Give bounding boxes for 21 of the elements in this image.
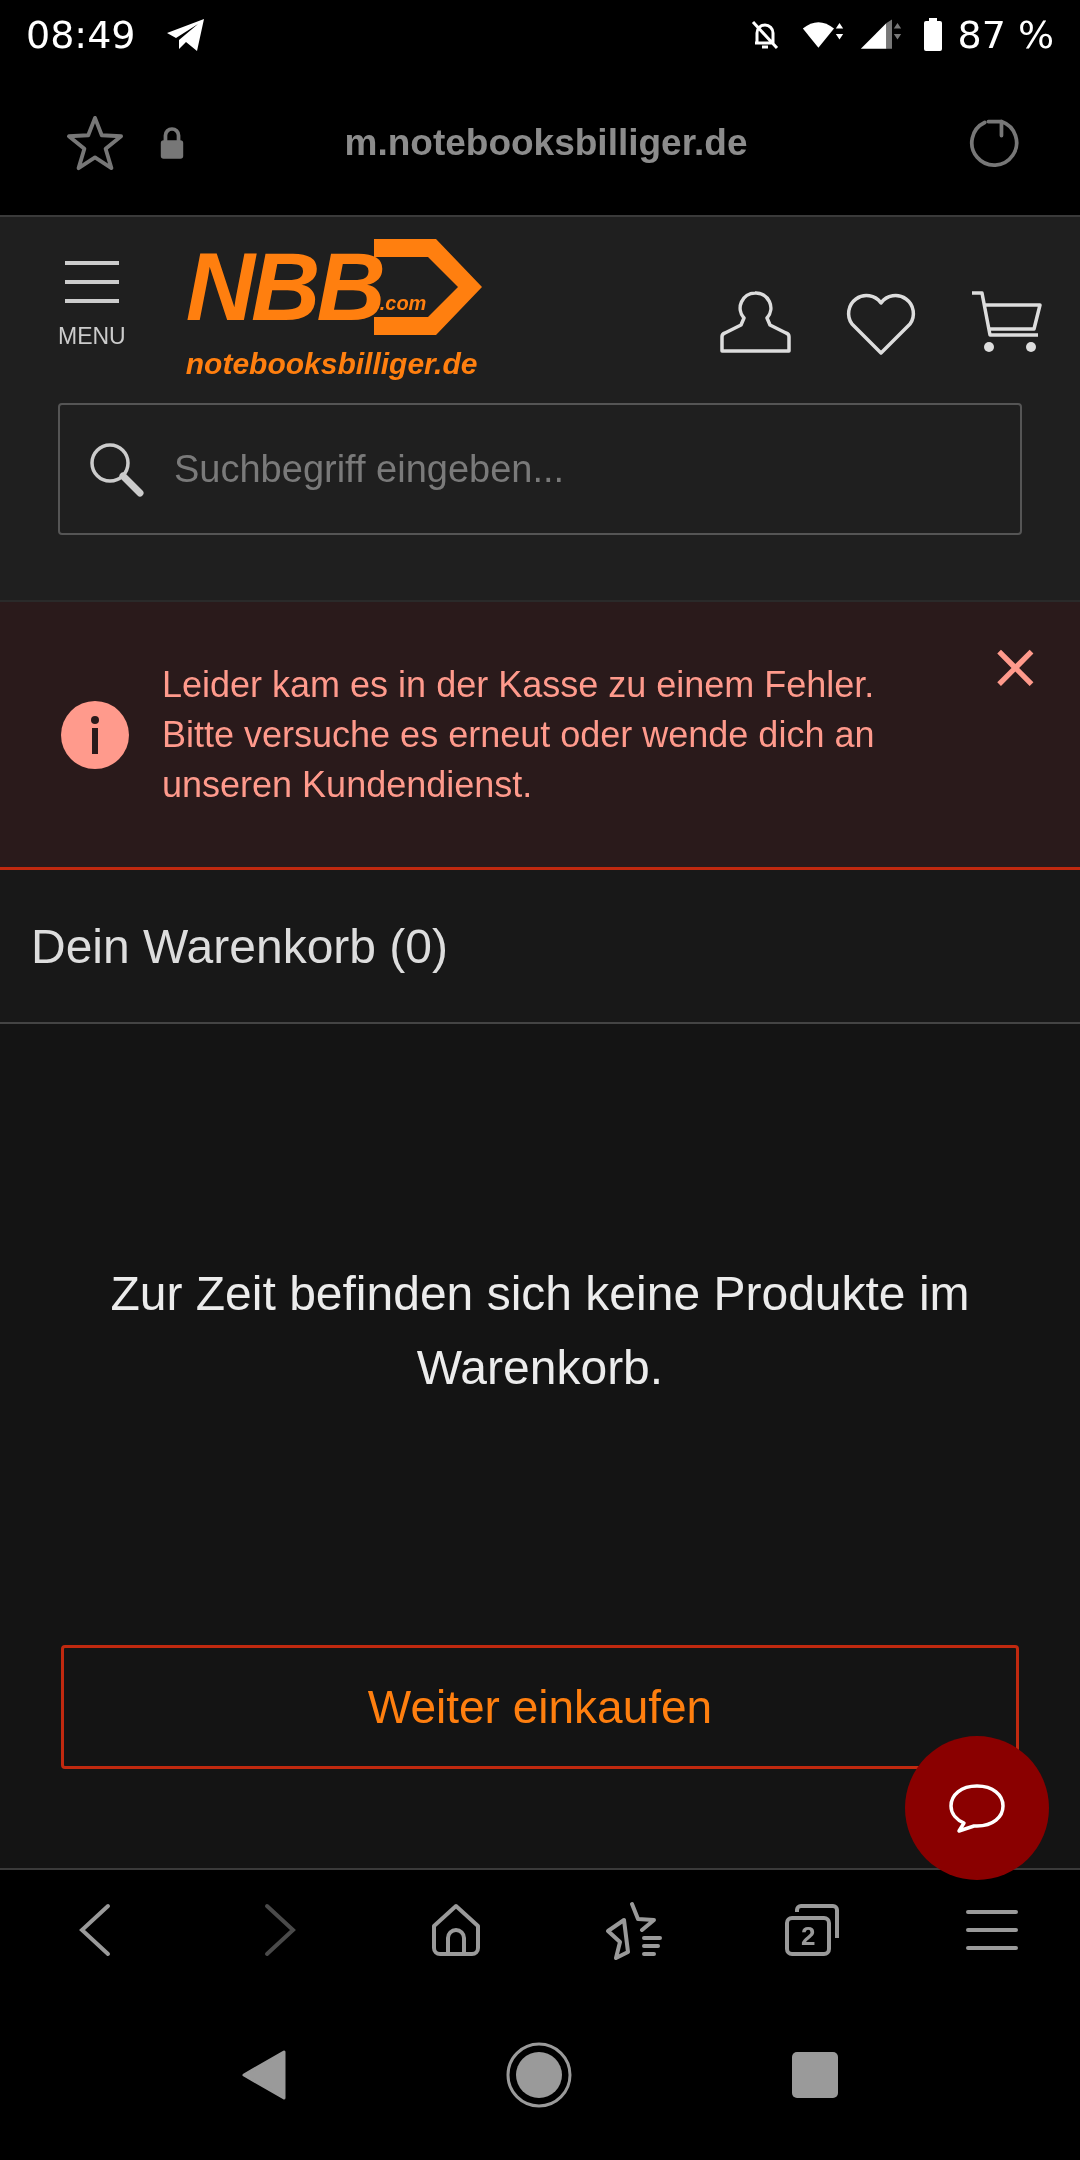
logo[interactable]: NBB.com notebooksbilliger.de: [185, 239, 484, 381]
status-time: 08:49: [26, 13, 136, 57]
signal-icon: [859, 18, 904, 52]
continue-shopping-button[interactable]: Weiter einkaufen: [61, 1645, 1019, 1769]
close-button[interactable]: ×: [988, 638, 1042, 694]
empty-cart-message: Zur Zeit befinden sich keine Produkte im Warenkorb.: [109, 1266, 971, 1396]
menu-icon: [62, 259, 121, 305]
menu-button[interactable]: MENU: [58, 259, 126, 350]
back-triangle-icon[interactable]: [242, 2050, 286, 2100]
speech-bubble-icon: [947, 1782, 1007, 1834]
error-message: Leider kam es in der Kasse zu einem Fehler. Bitte versuche es erneut oder wende dich an unseren Kundendienst.: [162, 662, 876, 807]
cart-title: Dein Warenkorb (0): [31, 918, 449, 974]
paper-plane-icon: [165, 18, 206, 52]
home-circle-icon[interactable]: [506, 2042, 572, 2108]
search-field[interactable]: Suchbegriff eingeben...: [58, 403, 1022, 535]
battery-icon: [923, 18, 944, 52]
lock-icon: [158, 125, 186, 160]
url-text[interactable]: m.notebooksbilliger.de: [186, 121, 906, 164]
star-icon[interactable]: [66, 114, 124, 171]
info-icon: [60, 699, 130, 770]
battery-percentage: 87 %: [957, 13, 1054, 57]
